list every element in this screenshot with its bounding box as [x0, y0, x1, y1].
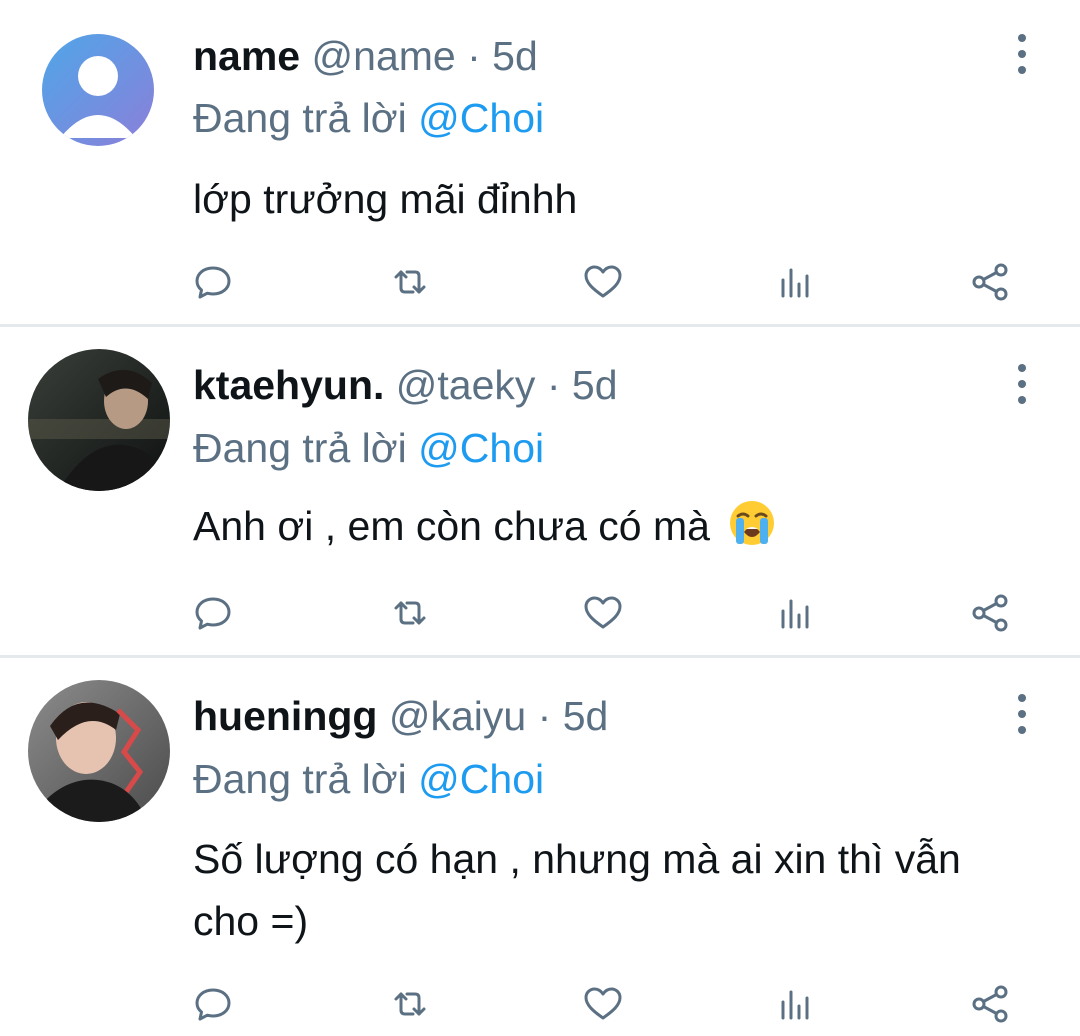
- user-handle[interactable]: @kaiyu: [389, 693, 526, 739]
- separator-dot: ·: [546, 362, 561, 408]
- analytics-icon[interactable]: [773, 980, 821, 1028]
- photo-avatar-icon: [28, 680, 170, 822]
- tweet-3[interactable]: hueningg @kaiyu · 5d Đang trả lời @Choi …: [0, 658, 1080, 1036]
- avatar[interactable]: [28, 349, 170, 491]
- separator-dot: ·: [467, 33, 481, 79]
- photo-avatar-icon: [28, 349, 170, 491]
- reply-prefix: Đang trả lời: [193, 425, 407, 471]
- tweet-header: name @name · 5d: [193, 36, 538, 77]
- reply-icon[interactable]: [189, 589, 237, 637]
- retweet-icon[interactable]: [386, 589, 434, 637]
- tweet-text: Số lượng có hạn , nhưng mà ai xin thì vẫ…: [193, 828, 1033, 952]
- tweet-text-content: Số lượng có hạn , nhưng mà ai xin thì vẫ…: [193, 836, 961, 944]
- more-vertical-icon[interactable]: [1006, 364, 1038, 404]
- reply-mention[interactable]: @Choi: [418, 95, 544, 141]
- reply-icon[interactable]: [189, 258, 237, 306]
- tweet-text-content: Anh ơi , em còn chưa có mà: [193, 503, 710, 549]
- loudly-crying-face-icon: [727, 498, 777, 565]
- reply-prefix: Đang trả lời: [193, 756, 407, 802]
- share-icon[interactable]: [967, 589, 1015, 637]
- more-vertical-icon[interactable]: [1006, 694, 1038, 734]
- retweet-icon[interactable]: [386, 980, 434, 1028]
- display-name[interactable]: ktaehyun.: [193, 362, 384, 408]
- user-handle[interactable]: @taeky: [396, 362, 536, 408]
- tweet-text: lớp trưởng mãi đỉnhh: [193, 168, 1053, 230]
- share-icon[interactable]: [967, 258, 1015, 306]
- analytics-icon[interactable]: [773, 589, 821, 637]
- avatar[interactable]: [28, 680, 170, 822]
- reply-mention[interactable]: @Choi: [418, 425, 544, 471]
- separator-dot: ·: [537, 693, 552, 739]
- display-name[interactable]: name: [193, 33, 300, 79]
- reply-icon[interactable]: [189, 980, 237, 1028]
- avatar[interactable]: [42, 34, 154, 146]
- timestamp[interactable]: 5d: [563, 693, 609, 739]
- tweet-text: Anh ơi , em còn chưa có mà: [193, 495, 1053, 565]
- tweet-1[interactable]: name @name · 5d Đang trả lời @Choi lớp t…: [0, 0, 1080, 326]
- analytics-icon[interactable]: [773, 258, 821, 306]
- timestamp[interactable]: 5d: [572, 362, 618, 408]
- action-bar: [0, 258, 1080, 306]
- share-icon[interactable]: [967, 980, 1015, 1028]
- default-avatar-icon: [42, 34, 154, 146]
- heart-icon[interactable]: [579, 258, 627, 306]
- reply-prefix: Đang trả lời: [193, 95, 407, 141]
- display-name[interactable]: hueningg: [193, 693, 377, 739]
- tweet-2[interactable]: ktaehyun. @taeky · 5d Đang trả lời @Choi…: [0, 327, 1080, 656]
- user-handle[interactable]: @name: [312, 33, 456, 79]
- tweet-text-content: lớp trưởng mãi đỉnhh: [193, 176, 578, 222]
- reply-mention[interactable]: @Choi: [418, 756, 544, 802]
- heart-icon[interactable]: [579, 980, 627, 1028]
- timestamp[interactable]: 5d: [492, 33, 538, 79]
- reply-context: Đang trả lời @Choi: [193, 428, 544, 469]
- heart-icon[interactable]: [579, 589, 627, 637]
- reply-context: Đang trả lời @Choi: [193, 759, 544, 800]
- more-vertical-icon[interactable]: [1006, 34, 1038, 74]
- retweet-icon[interactable]: [386, 258, 434, 306]
- reply-context: Đang trả lời @Choi: [193, 98, 544, 139]
- tweet-header: ktaehyun. @taeky · 5d: [193, 365, 618, 406]
- action-bar: [0, 980, 1080, 1028]
- tweet-header: hueningg @kaiyu · 5d: [193, 696, 608, 737]
- action-bar: [0, 589, 1080, 637]
